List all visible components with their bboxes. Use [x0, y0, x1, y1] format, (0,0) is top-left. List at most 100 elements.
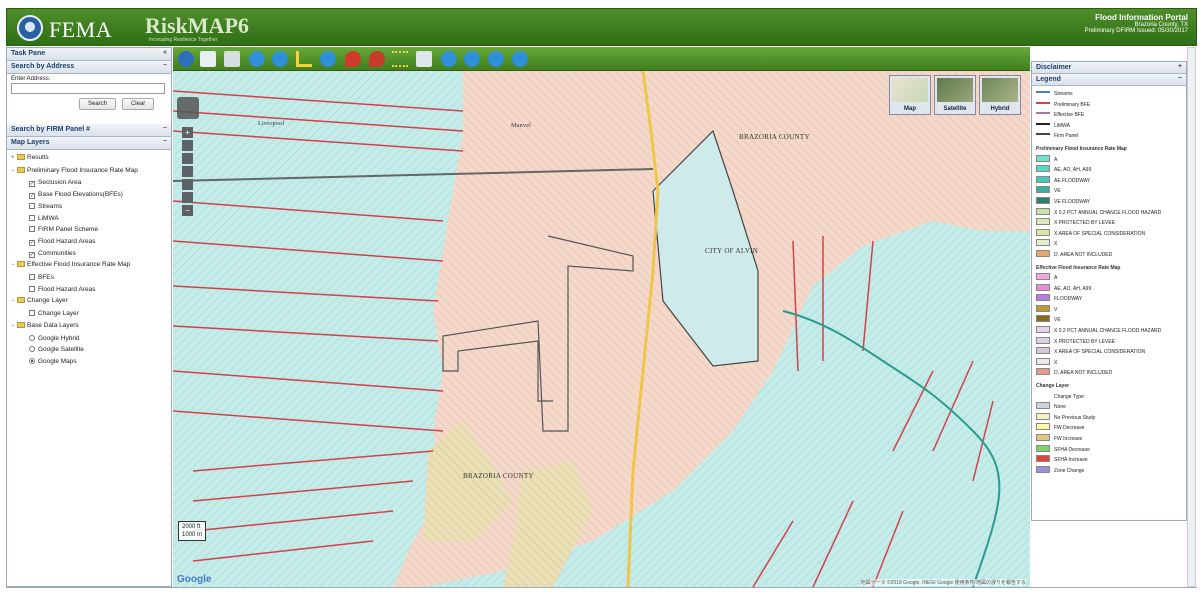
map-canvas[interactable]: Map Satellite Hybrid + − BRAZORIA COUNTY… [173, 71, 1030, 587]
legend-item: No Previous Study [1036, 412, 1182, 424]
download-icon[interactable] [488, 51, 504, 67]
legend-item: A [1036, 154, 1182, 166]
legend-item: FLOODWAY [1036, 294, 1182, 305]
layer-eff-bfes[interactable]: BFEs [11, 272, 167, 284]
zoom-in-icon[interactable] [200, 51, 216, 67]
email-icon[interactable] [512, 51, 528, 67]
legend-swatch [1036, 218, 1050, 226]
folder-icon [17, 154, 25, 160]
pan-hand-icon[interactable] [224, 51, 240, 67]
pan-control-icon[interactable] [177, 97, 199, 119]
layer-group-change[interactable]: − Change Layer [11, 295, 167, 308]
radio-icon[interactable] [29, 346, 35, 353]
layer-group-effective[interactable]: − Effective Flood Insurance Rate Map [11, 259, 167, 272]
map-layers-header[interactable]: Map Layers − [7, 137, 171, 150]
legend-swatch [1036, 402, 1050, 410]
expand-icon[interactable]: + [1178, 63, 1182, 70]
checkbox-icon[interactable] [29, 226, 35, 233]
layer-communities[interactable]: ✓ Communities [11, 248, 167, 260]
checkbox-checked-icon[interactable]: ✓ [29, 181, 35, 188]
legend-swatch [1036, 315, 1050, 323]
map-pin-icon[interactable] [345, 51, 361, 67]
address-input[interactable] [11, 83, 165, 94]
map-type-hybrid-button[interactable]: Hybrid [979, 75, 1021, 115]
layer-seclusion-area[interactable]: ✓ Seclusion Area [11, 177, 167, 189]
checkbox-checked-icon[interactable]: ✓ [29, 193, 35, 200]
info-icon[interactable] [441, 51, 457, 67]
print-icon[interactable] [416, 51, 432, 67]
layer-flood-hazard[interactable]: ✓ Flood Hazard Areas [11, 236, 167, 248]
page-scrollbar[interactable] [1187, 47, 1196, 587]
forward-icon[interactable] [272, 51, 288, 67]
layer-streams[interactable]: Streams [11, 201, 167, 213]
globe-icon[interactable] [178, 51, 194, 67]
disclaimer-header[interactable]: Disclaimer + [1032, 62, 1186, 74]
zoom-minus-icon[interactable]: − [182, 205, 193, 216]
layer-bfes[interactable]: ✓ Base Flood Elevations(BFEs) [11, 189, 167, 201]
checkbox-icon[interactable] [29, 274, 35, 281]
base-google-satellite[interactable]: Google Satellite [11, 344, 167, 356]
zoom-level-icon[interactable] [182, 153, 193, 164]
search-firm-header[interactable]: Search by FIRM Panel # − [7, 124, 171, 137]
legend-header[interactable]: Legend − [1032, 74, 1186, 86]
map-type-satellite-button[interactable]: Satellite [934, 75, 976, 115]
base-google-maps[interactable]: Google Maps [11, 356, 167, 368]
zoom-level-icon[interactable] [182, 192, 193, 203]
layer-firm-panel[interactable]: FIRM Panel Scheme [11, 224, 167, 236]
search-address-header[interactable]: Search by Address − [7, 61, 171, 74]
layer-group-results[interactable]: + Results [11, 152, 167, 165]
checkbox-checked-icon[interactable]: ✓ [29, 239, 35, 246]
legend-item: LiMWA [1036, 121, 1182, 132]
collapse-icon[interactable]: − [1178, 75, 1182, 82]
radio-selected-icon[interactable] [29, 357, 35, 364]
collapse-left-icon[interactable]: « [163, 49, 167, 56]
collapse-icon[interactable]: − [163, 62, 167, 69]
layer-limwa[interactable]: LiMWA [11, 213, 167, 225]
map-type-map-button[interactable]: Map [889, 75, 931, 115]
measure-icon[interactable] [296, 51, 312, 67]
label-town-a: Liverpool [258, 121, 285, 127]
riskmap-tagline: Increasing Resilience Together [149, 37, 218, 43]
identify-icon[interactable] [320, 51, 336, 67]
collapse-icon[interactable]: − [163, 138, 167, 145]
help-icon[interactable] [464, 51, 480, 67]
legend-swatch [1036, 273, 1050, 281]
legend-item: V [1036, 304, 1182, 316]
legend-swatch [1036, 455, 1050, 463]
list-icon[interactable] [392, 51, 408, 67]
legend-label: Effective BFE [1054, 112, 1085, 119]
zoom-plus-icon[interactable]: + [182, 127, 193, 138]
checkbox-icon[interactable] [29, 285, 35, 292]
checkbox-icon[interactable] [29, 214, 35, 221]
clear-button[interactable]: Clear [121, 98, 155, 110]
zoom-slider[interactable]: + − [182, 127, 193, 219]
task-pane-header[interactable]: Task Pane « [7, 48, 171, 61]
search-button[interactable]: Search [79, 98, 117, 110]
radio-icon[interactable] [29, 334, 35, 341]
legend-line-swatch [1036, 112, 1050, 115]
legend-label: None [1054, 404, 1066, 411]
portal-issued: Preliminary DFIRM Issued: 05/30/2017 [1084, 28, 1188, 34]
layer-group-preliminary[interactable]: − Preliminary Flood Insurance Rate Map [11, 165, 167, 178]
legend-swatch [1036, 326, 1050, 334]
layer-eff-flood-hazard[interactable]: Flood Hazard Areas [11, 284, 167, 296]
base-google-hybrid[interactable]: Google Hybrid [11, 333, 167, 345]
map-pin-icon[interactable] [369, 51, 385, 67]
expand-icon[interactable]: − [163, 125, 167, 132]
zoom-level-icon[interactable] [182, 140, 193, 151]
legend-item: D, AREA NOT INCLUDED [1036, 368, 1182, 379]
layer-change[interactable]: Change Layer [11, 308, 167, 320]
checkbox-icon[interactable] [29, 310, 35, 317]
fema-logo-text: FEMA [49, 17, 113, 42]
layer-group-base[interactable]: − Base Data Layers [11, 320, 167, 333]
checkbox-checked-icon[interactable]: ✓ [29, 251, 35, 258]
map-attribution[interactable]: 地図データ ©2018 Google, INEGI Google 使用条件 地図… [860, 579, 1026, 586]
label-county-bottom: BRAZORIA COUNTY [463, 472, 534, 480]
effective-title: Effective Flood Insurance Rate Map [1036, 264, 1121, 271]
back-icon[interactable] [249, 51, 265, 67]
zoom-level-icon[interactable] [182, 179, 193, 190]
checkbox-icon[interactable] [29, 202, 35, 209]
zoom-level-icon[interactable] [182, 166, 193, 177]
legend-swatch [1036, 239, 1050, 247]
map-layers-title: Map Layers [11, 139, 50, 146]
